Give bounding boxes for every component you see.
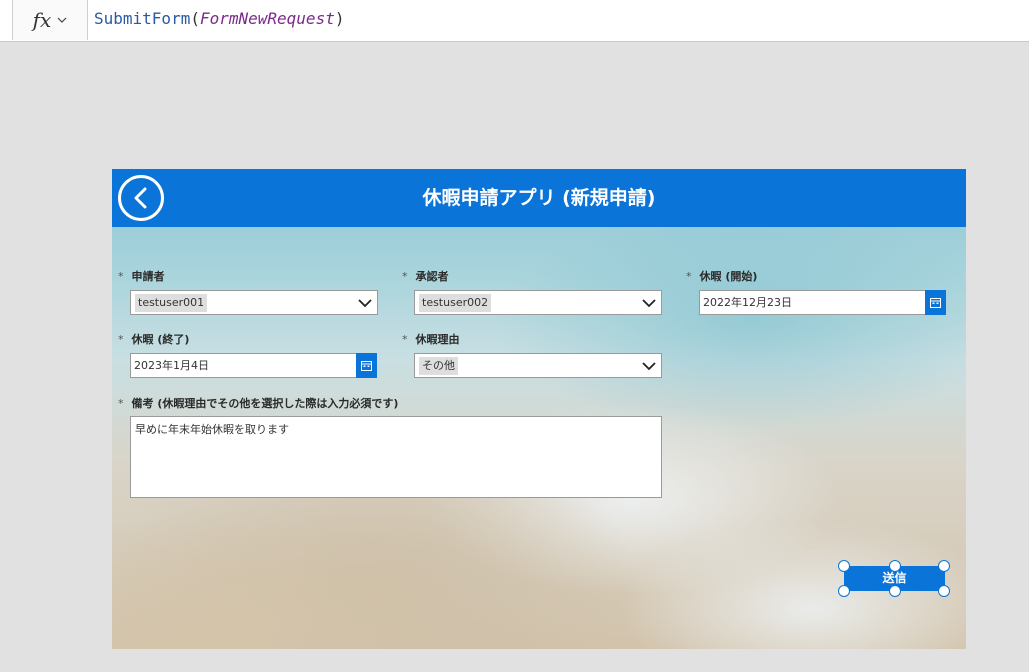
formula-close-paren: ) [334, 9, 345, 28]
leave-end-datepicker[interactable]: 2023年1月4日 [130, 353, 377, 378]
leave-reason-label-text: 休暇理由 [415, 333, 460, 346]
formula-bar: fx SubmitForm(FormNewRequest) [0, 0, 1029, 42]
calendar-button[interactable] [356, 353, 377, 378]
leave-end-label-text: 休暇 (終了) [131, 333, 190, 346]
required-mark: * [686, 270, 692, 283]
resize-handle[interactable] [938, 585, 950, 597]
applicant-label: * 申請者 [118, 268, 165, 284]
required-mark: * [118, 397, 124, 410]
leave-start-label-text: 休暇 (開始) [699, 270, 758, 283]
formula-argument: FormNewRequest [199, 9, 335, 28]
leave-start-label: * 休暇 (開始) [686, 268, 757, 284]
resize-handle[interactable] [889, 560, 901, 572]
leave-end-label: * 休暇 (終了) [118, 331, 189, 347]
app-header: 休暇申請アプリ (新規申請) [112, 169, 966, 227]
chevron-down-icon[interactable] [641, 359, 657, 373]
approver-dropdown[interactable]: testuser002 [414, 290, 662, 315]
remarks-label-text: 備考 (休暇理由でその他を選択した際は入力必須です) [131, 397, 399, 410]
formula-input[interactable]: SubmitForm(FormNewRequest) [94, 9, 344, 28]
calendar-icon [930, 298, 941, 308]
resize-handle[interactable] [938, 560, 950, 572]
resize-handle[interactable] [838, 560, 850, 572]
resize-handle[interactable] [889, 585, 901, 597]
remarks-label: * 備考 (休暇理由でその他を選択した際は入力必須です) [118, 395, 398, 411]
required-mark: * [118, 270, 124, 283]
applicant-value: testuser001 [135, 294, 208, 312]
formula-function: SubmitForm [94, 9, 191, 28]
chevron-down-icon[interactable] [357, 296, 373, 310]
applicant-dropdown[interactable]: testuser001 [130, 290, 378, 315]
chevron-down-icon[interactable] [641, 296, 657, 310]
fx-button[interactable]: fx [12, 0, 88, 40]
formula-open-paren: ( [190, 9, 200, 28]
leave-start-datepicker[interactable]: 2022年12月23日 [699, 290, 946, 315]
approver-value: testuser002 [419, 294, 492, 312]
required-mark: * [402, 270, 408, 283]
app-title: 休暇申請アプリ (新規申請) [422, 187, 656, 209]
calendar-icon [361, 361, 372, 371]
required-mark: * [402, 333, 408, 346]
remarks-textarea[interactable]: 早めに年末年始休暇を取ります [130, 416, 662, 498]
leave-reason-label: * 休暇理由 [402, 331, 460, 347]
approver-label: * 承認者 [402, 268, 449, 284]
remarks-value: 早めに年末年始休暇を取ります [135, 423, 289, 436]
leave-start-value: 2022年12月23日 [703, 296, 792, 309]
leave-reason-value: その他 [419, 357, 458, 375]
leave-reason-dropdown[interactable]: その他 [414, 353, 662, 378]
approver-label-text: 承認者 [415, 270, 449, 283]
app-screen: 休暇申請アプリ (新規申請) * 申請者 testuser001 * 承認者 tes… [112, 169, 966, 649]
leave-end-value: 2023年1月4日 [134, 359, 209, 372]
fx-label: fx [32, 8, 52, 32]
resize-handle[interactable] [838, 585, 850, 597]
applicant-label-text: 申請者 [131, 270, 165, 283]
required-mark: * [118, 333, 124, 346]
chevron-down-icon [57, 17, 67, 23]
calendar-button[interactable] [925, 290, 946, 315]
